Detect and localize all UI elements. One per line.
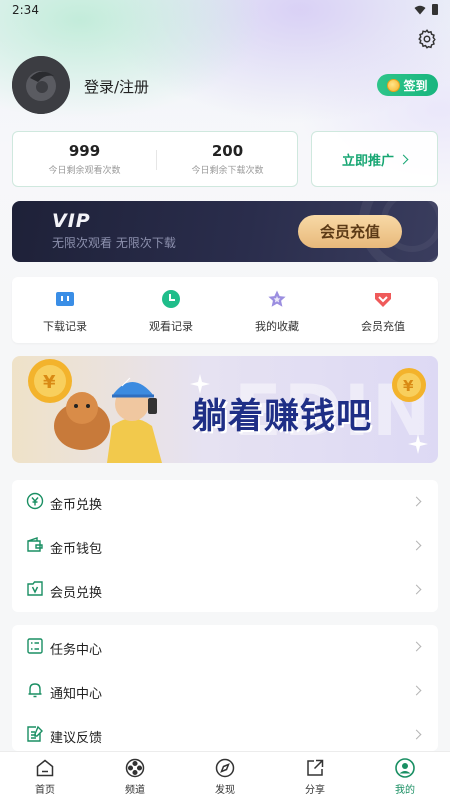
channel-icon [125, 758, 145, 778]
promo-illustration-icon: ¥ [28, 359, 162, 463]
menu-label: 金币兑换 [50, 498, 103, 513]
chevron-right-icon [411, 540, 422, 551]
quick-download-record[interactable]: 下载记录 [12, 277, 118, 343]
settings-gear-icon[interactable] [416, 28, 438, 50]
remaining-counts-card: 999 今日剩余观看次数 200 今日剩余下载次数 [12, 131, 298, 187]
download-count: 200 今日剩余下载次数 [156, 132, 299, 188]
checkin-label: 签到 [403, 78, 428, 93]
svg-text:¥: ¥ [43, 372, 56, 393]
tab-channel[interactable]: 频道 [90, 752, 180, 800]
tab-discover[interactable]: 发现 [180, 752, 270, 800]
status-bar: 2:34 [0, 0, 450, 22]
quick-actions-card: 下载记录 观看记录 我的收藏 会员充值 [12, 277, 438, 343]
menu-notification-center[interactable]: 通知中心 [12, 669, 438, 713]
feedback-icon [27, 725, 43, 742]
tab-label: 首页 [35, 785, 55, 796]
chevron-right-icon [411, 685, 422, 696]
vip-recharge-icon [375, 293, 391, 307]
share-icon [307, 759, 324, 776]
tab-share[interactable]: 分享 [270, 752, 360, 800]
menu-label: 会员兑换 [50, 586, 103, 601]
promote-label: 立即推广 [341, 153, 394, 169]
favorite-star-icon [268, 290, 286, 307]
tab-profile[interactable]: 我的 [360, 752, 450, 800]
chevron-right-icon [411, 496, 422, 507]
tab-label: 分享 [305, 785, 325, 796]
wifi-icon [414, 5, 426, 14]
menu-label: 任务中心 [50, 643, 103, 658]
menu-coin-wallet[interactable]: 金币钱包 [12, 524, 438, 568]
menu-vip-exchange[interactable]: 会员兑换 [12, 568, 438, 612]
quick-vip-recharge[interactable]: 会员充值 [330, 277, 436, 343]
status-time: 2:34 [12, 3, 39, 17]
compass-icon [215, 758, 235, 778]
watch-count-label: 今日剩余观看次数 [48, 166, 121, 176]
watch-history-icon [162, 290, 180, 308]
vip-exchange-icon [27, 581, 43, 596]
wallet-icon [27, 537, 43, 552]
avatar[interactable] [12, 56, 70, 114]
chevron-right-icon [411, 641, 422, 652]
menu-label: 通知中心 [50, 687, 103, 702]
checkin-button[interactable]: 签到 [377, 74, 438, 96]
tab-home[interactable]: 首页 [0, 752, 90, 800]
service-menu-card: 任务中心 通知中心 建议反馈 [12, 625, 438, 751]
tab-label: 发现 [215, 785, 235, 796]
task-center-icon [27, 638, 43, 654]
watch-count: 999 今日剩余观看次数 [13, 132, 156, 188]
menu-label: 建议反馈 [50, 731, 103, 746]
vip-recharge-button[interactable]: 会员充值 [298, 215, 402, 248]
coin-icon: ¥ [392, 368, 426, 402]
download-count-label: 今日剩余下载次数 [191, 166, 264, 176]
promote-now-button[interactable]: 立即推广 [311, 131, 438, 187]
quick-watch-history[interactable]: 观看记录 [118, 277, 224, 343]
download-count-value: 200 [211, 142, 244, 160]
tab-label: 频道 [125, 785, 145, 796]
quick-label: 下载记录 [43, 320, 87, 333]
profile-icon [395, 758, 415, 778]
quick-label: 会员充值 [361, 320, 405, 333]
status-icons [414, 4, 438, 15]
vip-logo: VIP [52, 210, 91, 232]
coin-exchange-icon [26, 492, 44, 510]
download-record-icon [56, 292, 74, 306]
sparkle-icon [408, 434, 428, 454]
chevron-right-icon [411, 584, 422, 595]
bell-icon [28, 683, 42, 698]
chevron-right-icon [398, 154, 409, 164]
promo-banner[interactable]: EDIN ¥ ¥ 躺着赚钱吧 [12, 356, 438, 463]
vip-banner[interactable]: VIP 无限次观看 无限次下载 会员充值 [12, 201, 438, 262]
battery-icon [432, 4, 438, 15]
watch-count-value: 999 [68, 142, 101, 160]
menu-task-center[interactable]: 任务中心 [12, 625, 438, 669]
promo-headline: 躺着赚钱吧 [192, 397, 373, 437]
login-register-link[interactable]: 登录/注册 [84, 76, 149, 97]
tab-label: 我的 [395, 785, 415, 796]
quick-favorites[interactable]: 我的收藏 [224, 277, 330, 343]
svg-text:¥: ¥ [403, 377, 414, 395]
avatar-logo-icon [12, 56, 70, 114]
bottom-tab-bar: 首页 频道 发现 分享 我的 [0, 751, 450, 800]
coin-icon [387, 78, 401, 92]
vip-subtitle: 无限次观看 无限次下载 [52, 236, 176, 250]
quick-label: 观看记录 [149, 320, 193, 333]
quick-label: 我的收藏 [255, 320, 299, 333]
menu-coin-exchange[interactable]: 金币兑换 [12, 480, 438, 524]
home-icon [36, 759, 54, 777]
chevron-right-icon [411, 729, 422, 740]
wallet-menu-card: 金币兑换 金币钱包 会员兑换 [12, 480, 438, 612]
menu-label: 金币钱包 [50, 542, 103, 557]
